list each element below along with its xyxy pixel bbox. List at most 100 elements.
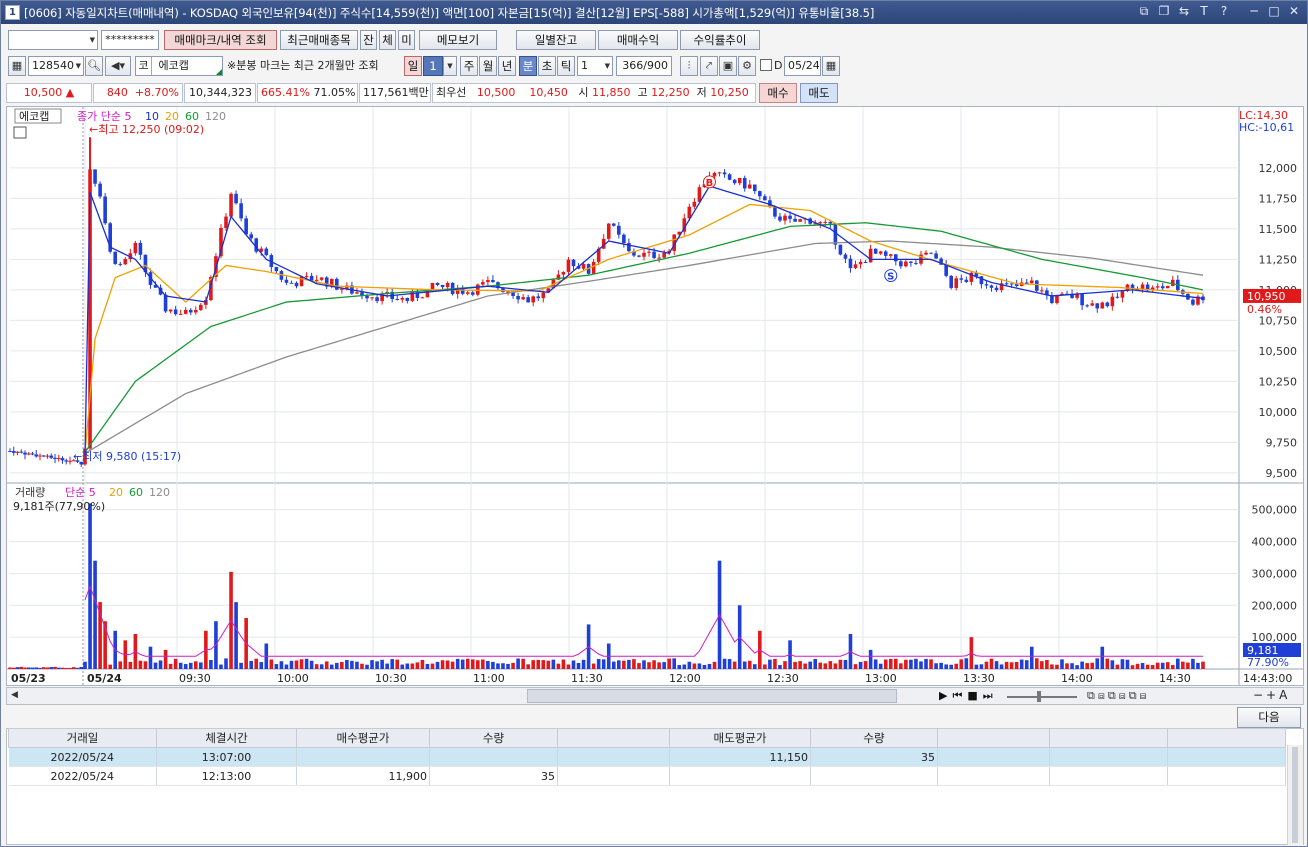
memo-view-button[interactable]: 메모보기: [419, 30, 497, 50]
candle-body: [274, 267, 279, 272]
link-icon[interactable]: ⇆: [1177, 4, 1191, 19]
candle-settings-icon[interactable]: ⫶: [680, 56, 698, 76]
column-header[interactable]: 매도평균가: [669, 728, 811, 748]
period-dropdown-icon[interactable]: ▼: [443, 56, 457, 76]
period-month[interactable]: 월: [479, 56, 497, 76]
date-field[interactable]: 05/24: [784, 56, 821, 76]
table-row[interactable]: 2022/05/24 12:13:00 11,900 35: [8, 766, 1286, 786]
volume-bar: [742, 661, 747, 669]
zoom-slider-handle[interactable]: [1037, 691, 1041, 702]
chart-svg[interactable]: 12,00011,75011,50011,25011,00010,75010,5…: [7, 107, 1303, 685]
volume-bar: [783, 661, 787, 669]
column-header[interactable]: 매수평균가: [296, 728, 430, 748]
candle-body: [53, 457, 57, 459]
candle-body: [914, 262, 918, 264]
executed-button[interactable]: 체: [379, 30, 396, 50]
balance-button[interactable]: 잔: [360, 30, 377, 50]
zoom-slider[interactable]: [1007, 696, 1077, 698]
view-tools-icons[interactable]: ⧉⧈⧉⧈⧉⧈: [1087, 689, 1150, 703]
draw-tool-icon[interactable]: ⤤: [700, 56, 718, 76]
candle-body: [763, 196, 767, 201]
trade-mark-query-button[interactable]: 매매마크/내역 조회: [164, 30, 277, 50]
table-vertical-scrollbar[interactable]: [1287, 745, 1303, 845]
volume-bar: [899, 663, 903, 669]
period-second[interactable]: 초: [538, 56, 556, 76]
high-annotation: ←최고 12,250 (09:02): [89, 123, 204, 136]
sell-button[interactable]: 매도: [800, 83, 838, 103]
return-trend-button[interactable]: 수익률추이: [680, 30, 760, 50]
recent-trades-button[interactable]: 최근매매종목: [280, 30, 358, 50]
close-icon[interactable]: ✕: [1287, 4, 1301, 19]
volume-tick-label: 200,000: [1252, 599, 1298, 612]
stock-code-input[interactable]: 128540: [28, 56, 84, 76]
candle-body: [224, 216, 228, 229]
interval-select[interactable]: 1: [577, 56, 613, 76]
period-tick[interactable]: 틱: [557, 56, 575, 76]
next-button[interactable]: 다음: [1237, 707, 1301, 728]
candle-body: [717, 172, 722, 174]
volume-legend-period: 60: [129, 486, 143, 499]
column-header[interactable]: 수량: [810, 728, 938, 748]
volume-bar: [118, 661, 123, 669]
column-header[interactable]: [1049, 728, 1168, 748]
daily-balance-button[interactable]: 일별잔고: [516, 30, 596, 50]
period-year[interactable]: 년: [498, 56, 516, 76]
calculator-icon: [13, 126, 27, 139]
volume-bar: [858, 661, 863, 669]
column-header[interactable]: [557, 728, 670, 748]
price-tick-label: 10,750: [1259, 314, 1298, 327]
unfilled-button[interactable]: 미: [398, 30, 415, 50]
scroll-left-icon[interactable]: ◀: [11, 690, 21, 702]
date-checkbox[interactable]: [760, 59, 772, 71]
volume-bar: [1181, 661, 1185, 669]
volume-bar: [254, 658, 259, 669]
period-minute[interactable]: 분: [519, 56, 537, 76]
column-header[interactable]: [937, 728, 1050, 748]
save-icon[interactable]: ▣: [719, 56, 737, 76]
chart-scrollbar[interactable]: ◀ ▶⏮■⏭ ⧉⧈⧉⧈⧉⧈ −+A: [6, 687, 1304, 705]
buy-button[interactable]: 매수: [759, 83, 797, 103]
table-row[interactable]: 2022/05/24 13:07:00 11,150 35: [8, 747, 1286, 767]
volume-ratio: 665.41%: [261, 86, 310, 99]
new-window-icon[interactable]: ❐: [1157, 4, 1171, 19]
candle-body: [1165, 285, 1170, 289]
column-header[interactable]: [1167, 728, 1286, 748]
chart-area[interactable]: 12,00011,75011,50011,25011,00010,75010,5…: [6, 106, 1304, 686]
table-scroll-thumb[interactable]: [1292, 747, 1298, 843]
minimize-icon[interactable]: ─: [1247, 4, 1261, 19]
restore-icon[interactable]: ⧉: [1137, 4, 1151, 19]
bar-count-field[interactable]: 366/900: [616, 56, 672, 76]
candle-body: [843, 254, 848, 259]
volume-bar: [8, 667, 12, 669]
column-header[interactable]: 수량: [429, 728, 558, 748]
gear-icon[interactable]: ⚙: [738, 56, 756, 76]
volume-bar: [722, 658, 727, 669]
period-day-label[interactable]: 일: [404, 56, 422, 76]
calendar-icon[interactable]: ▦: [822, 56, 840, 76]
font-size-icon[interactable]: T: [1197, 4, 1211, 19]
zoom-buttons[interactable]: −+A: [1253, 688, 1290, 702]
candle-body: [863, 261, 868, 263]
volume-bar: [420, 659, 425, 669]
account-select[interactable]: [8, 30, 98, 50]
password-field[interactable]: *********: [101, 30, 159, 50]
candle-body: [370, 297, 374, 299]
playback-controls[interactable]: ▶⏮■⏭: [939, 689, 998, 703]
help-icon[interactable]: ?: [1217, 4, 1231, 19]
volume-bar: [163, 649, 168, 669]
volume-bar: [1009, 662, 1014, 669]
buy-marker-label: B: [706, 178, 714, 189]
scroll-thumb[interactable]: [527, 689, 897, 703]
volume-bar: [637, 663, 641, 669]
speaker-icon[interactable]: ◀︎▾: [105, 56, 131, 76]
search-icon[interactable]: 🔍︎: [85, 56, 103, 76]
current-price-cell: 10,500 ▲: [6, 83, 92, 103]
maximize-icon[interactable]: □: [1267, 4, 1281, 19]
column-header[interactable]: 거래일: [8, 728, 157, 748]
column-header[interactable]: 체결시간: [156, 728, 297, 748]
layout-icon[interactable]: ▦: [8, 56, 26, 76]
period-value[interactable]: 1: [423, 56, 443, 76]
trade-profit-button[interactable]: 매매수익: [598, 30, 678, 50]
period-week[interactable]: 주: [460, 56, 478, 76]
stock-name-box[interactable]: 코 에코캡: [135, 56, 223, 76]
